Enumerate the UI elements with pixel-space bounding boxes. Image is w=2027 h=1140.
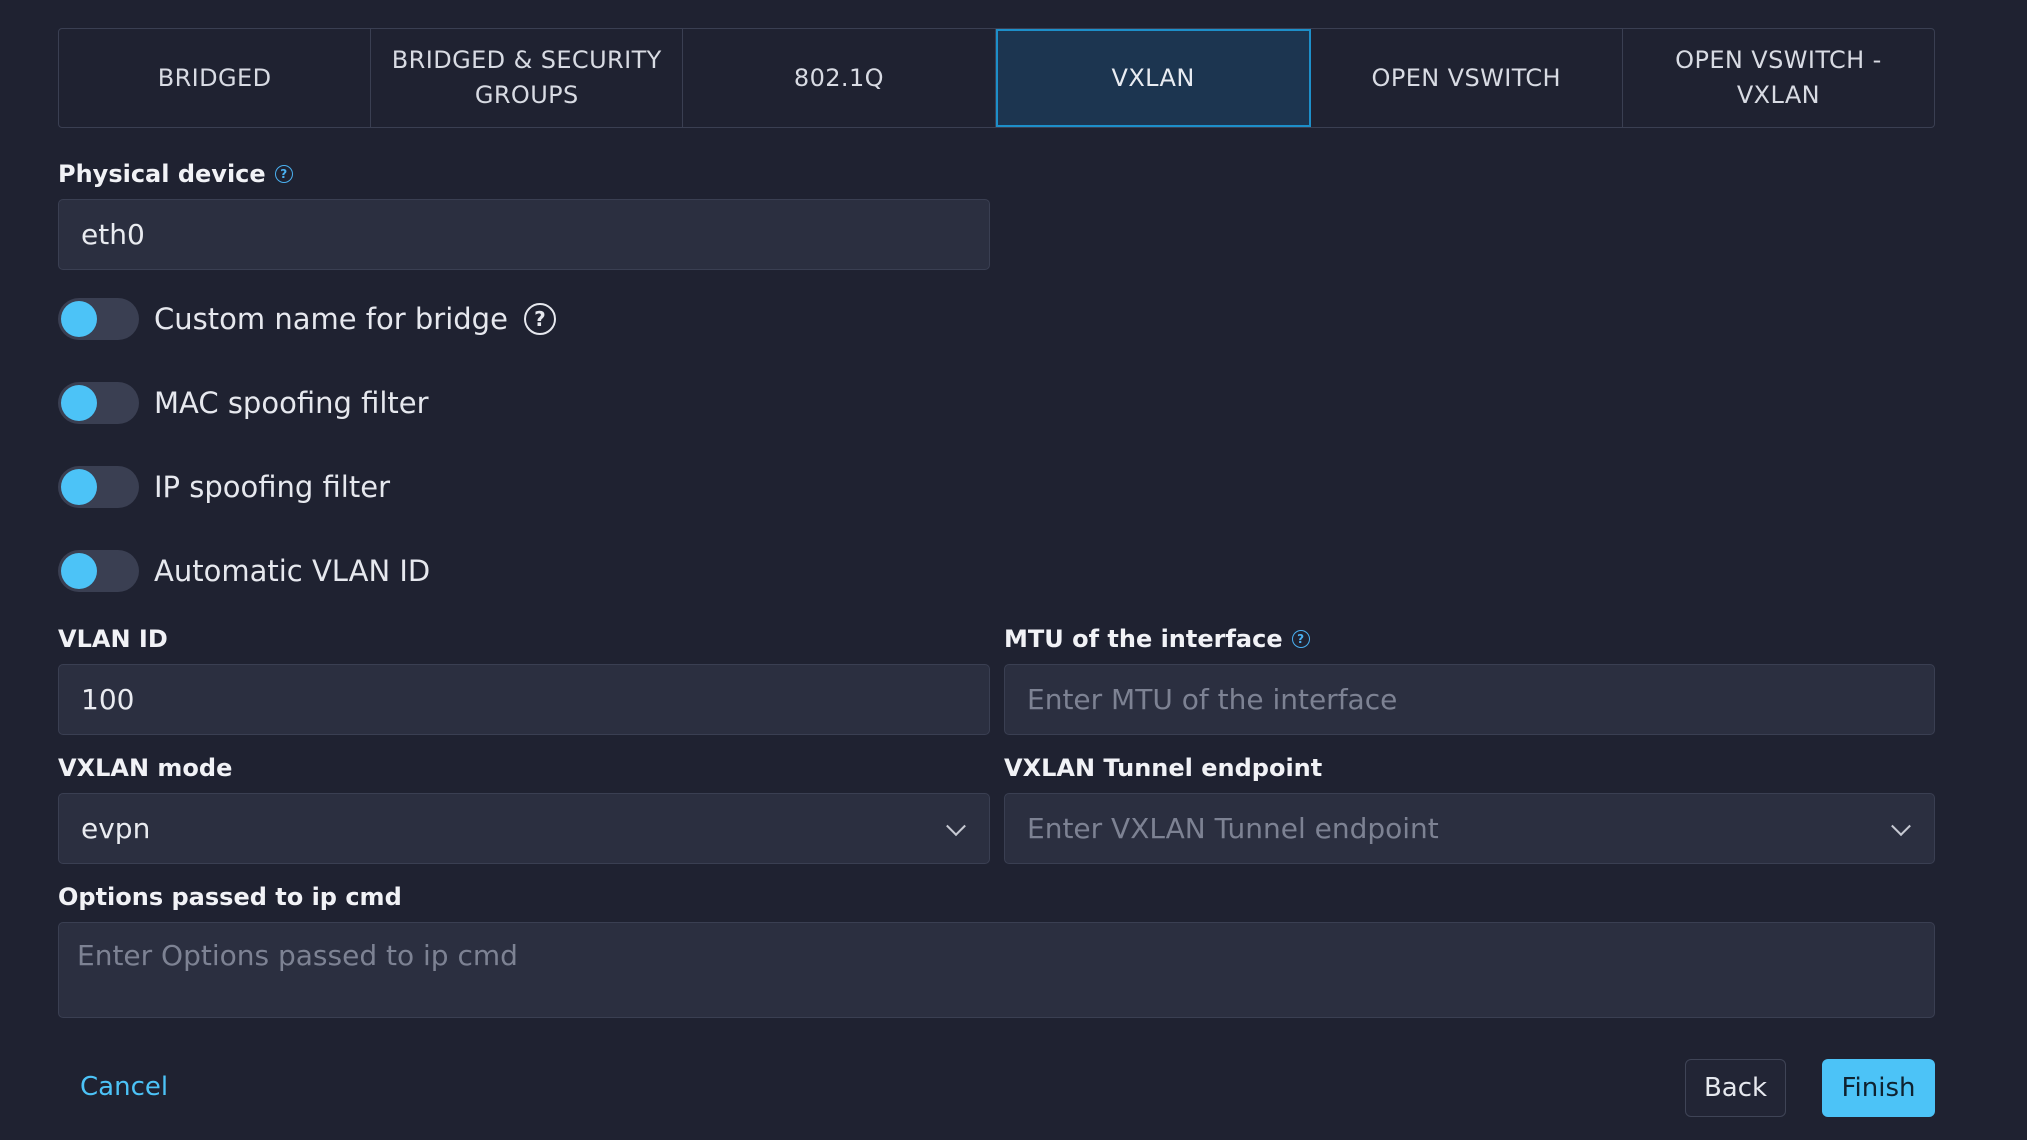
vlan-id-label: VLAN ID: [58, 625, 168, 653]
ip-options-label: Options passed to ip cmd: [58, 883, 402, 911]
tab-open-vswitch-vxlan[interactable]: OPEN VSWITCH - VXLAN: [1623, 29, 1934, 127]
physical-device-input[interactable]: eth0: [58, 199, 990, 270]
tab-bridged-security-groups[interactable]: BRIDGED & SECURITY GROUPS: [371, 29, 684, 127]
mtu-input[interactable]: Enter MTU of the interface: [1004, 664, 1935, 735]
vxlan-mode-select[interactable]: evpn: [58, 793, 990, 864]
vxlan-mode-label-text: VXLAN mode: [58, 754, 233, 782]
custom-name-toggle[interactable]: [58, 298, 139, 340]
custom-name-toggle-row: Custom name for bridge ?: [58, 297, 556, 341]
chevron-down-icon: [946, 815, 966, 836]
physical-device-label-text: Physical device: [58, 160, 266, 188]
vxlan-endpoint-placeholder: Enter VXLAN Tunnel endpoint: [1027, 812, 1439, 845]
toggle-knob: [61, 301, 97, 337]
tab-open-vswitch[interactable]: OPEN VSWITCH: [1311, 29, 1623, 127]
ip-spoofing-label: IP spoofing filter: [154, 470, 390, 504]
auto-vlan-toggle[interactable]: [58, 550, 139, 592]
toggle-knob: [61, 469, 97, 505]
vnet-wizard-page: BRIDGED BRIDGED & SECURITY GROUPS 802.1Q…: [0, 0, 2027, 1140]
ip-options-textarea[interactable]: Enter Options passed to ip cmd: [58, 922, 1935, 1018]
mac-spoofing-toggle[interactable]: [58, 382, 139, 424]
network-mode-tabs: BRIDGED BRIDGED & SECURITY GROUPS 802.1Q…: [58, 28, 1935, 128]
vxlan-mode-label: VXLAN mode: [58, 754, 232, 782]
toggle-knob: [61, 385, 97, 421]
mac-spoofing-toggle-row: MAC spoofing filter: [58, 381, 429, 425]
tab-8021q[interactable]: 802.1Q: [683, 29, 996, 127]
vlan-id-input[interactable]: 100: [58, 664, 990, 735]
vxlan-endpoint-select[interactable]: Enter VXLAN Tunnel endpoint: [1004, 793, 1935, 864]
finish-button[interactable]: Finish: [1822, 1059, 1935, 1117]
vxlan-mode-value: evpn: [81, 812, 151, 845]
custom-name-help-icon[interactable]: ?: [523, 303, 556, 335]
ip-options-placeholder: Enter Options passed to ip cmd: [77, 939, 518, 972]
back-button[interactable]: Back: [1685, 1059, 1786, 1117]
auto-vlan-toggle-row: Automatic VLAN ID: [58, 549, 430, 593]
vlan-id-label-text: VLAN ID: [58, 625, 168, 653]
mtu-help-icon[interactable]: ?: [1291, 630, 1310, 648]
tab-vxlan[interactable]: VXLAN: [995, 29, 1311, 127]
tab-bridged[interactable]: BRIDGED: [59, 29, 372, 127]
ip-spoofing-toggle[interactable]: [58, 466, 139, 508]
auto-vlan-label: Automatic VLAN ID: [154, 554, 431, 588]
physical-device-value: eth0: [81, 218, 145, 251]
mtu-placeholder: Enter MTU of the interface: [1027, 683, 1398, 716]
cancel-button[interactable]: Cancel: [80, 1072, 168, 1102]
chevron-down-icon: [1891, 815, 1911, 836]
vlan-id-value: 100: [81, 683, 135, 716]
mac-spoofing-label: MAC spoofing filter: [154, 386, 429, 420]
mtu-label-text: MTU of the interface: [1004, 625, 1283, 653]
ip-options-label-text: Options passed to ip cmd: [58, 883, 402, 911]
ip-spoofing-toggle-row: IP spoofing filter: [58, 465, 390, 509]
vxlan-endpoint-label-text: VXLAN Tunnel endpoint: [1004, 754, 1323, 782]
vxlan-endpoint-label: VXLAN Tunnel endpoint: [1004, 754, 1322, 782]
toggle-knob: [61, 553, 97, 589]
physical-device-label: Physical device ?: [58, 160, 293, 188]
custom-name-label: Custom name for bridge: [154, 302, 508, 336]
mtu-label: MTU of the interface ?: [1004, 625, 1310, 653]
physical-device-help-icon[interactable]: ?: [274, 165, 293, 183]
